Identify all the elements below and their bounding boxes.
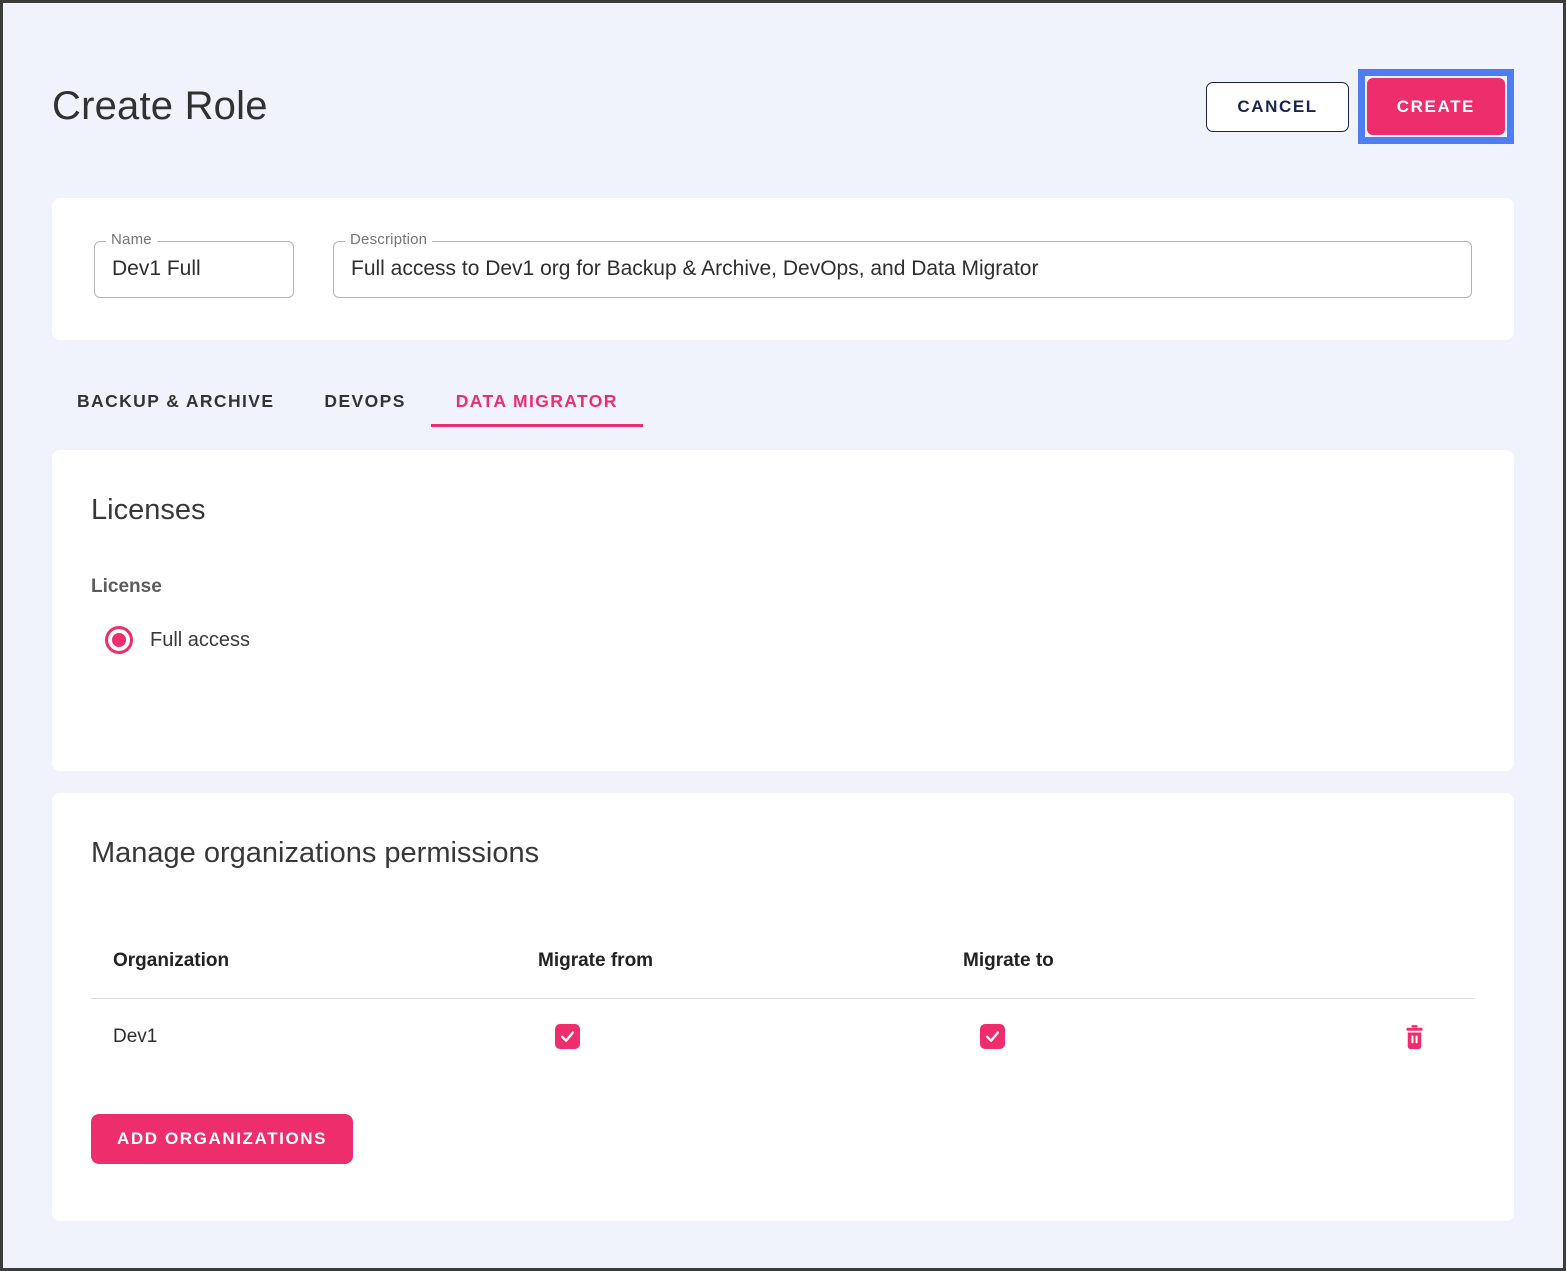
column-header-organization: Organization [91, 950, 538, 972]
migrate-to-cell [963, 1024, 1355, 1049]
migrate-to-checkbox[interactable] [980, 1024, 1005, 1049]
add-organizations-button[interactable]: ADD ORGANIZATIONS [91, 1114, 353, 1164]
description-field-label: Description [345, 231, 432, 248]
page-title: Create Role [52, 84, 268, 129]
page-header: Create Role CANCEL CREATE [52, 69, 1514, 144]
create-button[interactable]: CREATE [1367, 78, 1505, 135]
column-header-actions [1355, 950, 1475, 972]
column-header-migrate-to: Migrate to [963, 950, 1355, 972]
license-group-label: License [91, 576, 1475, 598]
create-role-page: Create Role CANCEL CREATE Name Dev1 Full… [3, 69, 1563, 1221]
role-details-card: Name Dev1 Full Description Full access t… [52, 198, 1514, 340]
trash-icon [1402, 1023, 1427, 1051]
organizations-permissions-card: Manage organizations permissions Organiz… [52, 793, 1514, 1221]
name-field[interactable]: Name Dev1 Full [94, 241, 294, 298]
name-field-value: Dev1 Full [112, 257, 201, 281]
header-actions: CANCEL CREATE [1206, 69, 1514, 144]
row-actions-cell [1355, 1023, 1475, 1051]
create-button-focus-highlight: CREATE [1358, 69, 1514, 144]
table-row: Dev1 [91, 998, 1475, 1074]
name-field-label: Name [106, 231, 157, 248]
check-icon [984, 1028, 1001, 1045]
licenses-card: Licenses License Full access [52, 450, 1514, 771]
tab-data-migrator[interactable]: DATA MIGRATOR [431, 378, 643, 427]
organization-name: Dev1 [91, 1026, 538, 1048]
check-icon [559, 1028, 576, 1045]
description-field-value: Full access to Dev1 org for Backup & Arc… [351, 257, 1038, 281]
organizations-table: Organization Migrate from Migrate to Dev… [91, 934, 1475, 1074]
licenses-heading: Licenses [91, 494, 1475, 527]
tab-backup-and-archive[interactable]: BACKUP & ARCHIVE [52, 378, 299, 427]
migrate-from-checkbox[interactable] [555, 1024, 580, 1049]
description-field[interactable]: Description Full access to Dev1 org for … [333, 241, 1472, 298]
migrate-from-cell [538, 1024, 963, 1049]
license-option-label: Full access [150, 629, 250, 652]
organizations-table-header: Organization Migrate from Migrate to [91, 934, 1475, 998]
license-option-full-access[interactable]: Full access [105, 626, 1475, 654]
service-tabs: BACKUP & ARCHIVE DEVOPS DATA MIGRATOR [52, 378, 1514, 427]
delete-row-button[interactable] [1402, 1023, 1427, 1051]
radio-selected-icon[interactable] [105, 626, 133, 654]
cancel-button[interactable]: CANCEL [1206, 82, 1348, 132]
tab-devops[interactable]: DEVOPS [299, 378, 430, 427]
column-header-migrate-from: Migrate from [538, 950, 963, 972]
radio-dot [112, 633, 126, 647]
organizations-heading: Manage organizations permissions [91, 837, 1475, 870]
